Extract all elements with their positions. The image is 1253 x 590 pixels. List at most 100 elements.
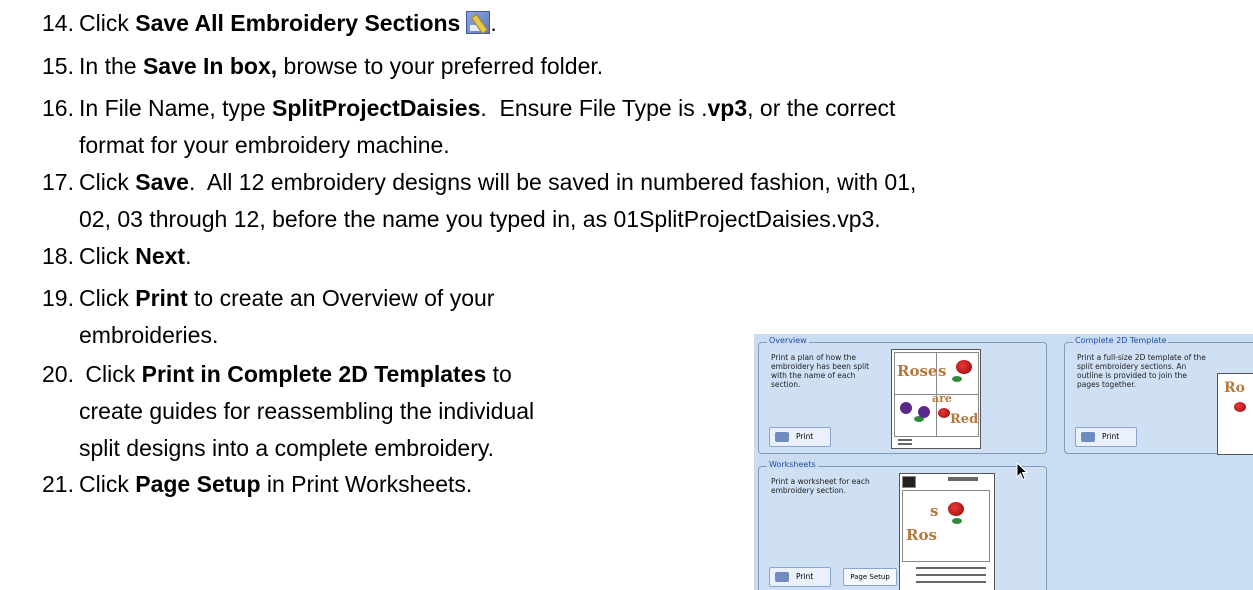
step-number: 18. <box>42 243 74 269</box>
bold-term: Save <box>135 169 189 195</box>
complete-2d-title: Complete 2D Template <box>1073 336 1169 345</box>
print-label: Print <box>796 432 814 441</box>
page-setup-button[interactable]: Page Setup <box>843 568 897 586</box>
step-text: In the Save In box, browse to your prefe… <box>79 50 603 83</box>
rose-graphic <box>948 502 964 516</box>
bold-term: Print <box>135 285 188 311</box>
step-line: Click Save. All 12 embroidery designs wi… <box>79 166 916 199</box>
rose-graphic <box>1234 402 1246 412</box>
printer-icon <box>1081 432 1095 442</box>
step-line: In the Save In box, browse to your prefe… <box>79 50 603 83</box>
thumb-word: Ros <box>906 526 937 544</box>
step-line: Click Print in Complete 2D Templates to <box>79 358 534 391</box>
step-line: In File Name, type SplitProjectDaisies. … <box>79 92 895 125</box>
step-line: Click Print to create an Overview of you… <box>79 282 494 315</box>
overview-thumbnail: Rose s are Red <box>891 349 981 449</box>
print-label: Print <box>796 572 814 581</box>
bold-term: Page Setup <box>135 471 261 497</box>
thumb-word: Red <box>950 412 979 427</box>
print-dialog-screenshot: Overview Print a plan of how the embroid… <box>754 334 1253 590</box>
text-run: Click <box>79 471 136 497</box>
bold-term: Save All Embroidery Sections <box>135 10 461 36</box>
text-run: . Ensure File Type is . <box>480 95 708 121</box>
text-run: , or the correct <box>747 95 896 121</box>
complete-2d-template-group: Complete 2D Template Print a full-size 2… <box>1064 336 1253 455</box>
step-text: Click Page Setup in Print Worksheets. <box>79 468 472 501</box>
thumb-word: are <box>932 392 952 405</box>
thumb-caption-line <box>898 443 912 445</box>
step-line: 02, 03 through 12, before the name you t… <box>79 206 881 232</box>
leaf-graphic <box>952 518 962 524</box>
thumb-word: Ro <box>1224 380 1245 396</box>
step-text: Click Save. All 12 embroidery designs wi… <box>79 166 916 236</box>
bold-term: Next <box>135 243 186 269</box>
violet-graphic <box>900 402 912 414</box>
step-number: 16. <box>42 95 74 121</box>
printer-icon <box>775 432 789 442</box>
step-number: 14. <box>42 10 74 36</box>
step-text: Click Print to create an Overview of you… <box>79 282 494 352</box>
step-line: split designs into a complete embroidery… <box>79 435 495 461</box>
step-number: 21. <box>42 471 74 497</box>
thumb-word: s <box>938 362 947 380</box>
rose-graphic <box>938 408 950 418</box>
step-number: 17. <box>42 169 74 195</box>
text-run: Click <box>79 285 136 311</box>
complete-2d-thumbnail: Ro <box>1217 373 1253 455</box>
step-line: Click Next. <box>79 240 191 273</box>
save-all-embroidery-sections-icon <box>466 11 491 35</box>
complete-2d-description: Print a full-size 2D template of the spl… <box>1077 353 1206 389</box>
step-number: 20. <box>42 361 74 387</box>
worksheets-print-button[interactable]: Print <box>769 567 831 587</box>
text-run: Click <box>79 243 136 269</box>
printer-icon <box>775 572 789 582</box>
thumb-table-line <box>916 574 986 576</box>
step-number: 19. <box>42 285 74 311</box>
thumb-table-line <box>916 567 986 569</box>
step-text: Click Print in Complete 2D Templates to c… <box>79 358 534 465</box>
text-run: . <box>185 243 192 269</box>
thumb-word: Rose <box>897 362 938 380</box>
rose-graphic <box>956 360 972 374</box>
print-label: Print <box>1102 432 1120 441</box>
text-run: In File Name, type <box>79 95 273 121</box>
thumb-block <box>948 477 978 481</box>
thumb-word: s <box>930 502 939 520</box>
text-run: to create an Overview of your <box>187 285 495 311</box>
step-text: Click Save All Embroidery Sections. <box>79 7 497 40</box>
overview-print-button[interactable]: Print <box>769 427 831 447</box>
worksheets-title: Worksheets <box>767 460 818 469</box>
overview-group: Overview Print a plan of how the embroid… <box>758 336 1047 454</box>
step-line: create guides for reassembling the indiv… <box>79 398 535 424</box>
overview-description: Print a plan of how the embroidery has b… <box>771 353 870 389</box>
step-number: 15. <box>42 53 74 79</box>
text-run: Click <box>79 10 136 36</box>
step-line: Click Save All Embroidery Sections. <box>79 7 497 40</box>
leaf-graphic <box>952 376 962 382</box>
text-run: to <box>486 361 512 387</box>
bold-term: Print in Complete 2D Templates <box>141 361 487 387</box>
step-line: format for your embroidery machine. <box>79 132 450 158</box>
text-run: Click <box>79 361 142 387</box>
worksheet-thumbnail: Ros s <box>899 473 995 590</box>
thumb-table-line <box>916 581 986 583</box>
text-run: in Print Worksheets. <box>260 471 473 497</box>
text-run: Click <box>79 169 136 195</box>
bold-term: Save In box, <box>142 53 278 79</box>
overview-title: Overview <box>767 336 809 345</box>
bold-term: SplitProjectDaisies <box>272 95 481 121</box>
bold-term: vp3 <box>707 95 748 121</box>
text-run: browse to your preferred folder. <box>277 53 604 79</box>
step-text: In File Name, type SplitProjectDaisies. … <box>79 92 895 162</box>
thumb-block <box>902 476 916 488</box>
text-run: . All 12 embroidery designs will be save… <box>188 169 917 195</box>
step-line: embroideries. <box>79 322 219 348</box>
text-run: In the <box>79 53 143 79</box>
step-text: Click Next. <box>79 240 191 273</box>
step-line: Click Page Setup in Print Worksheets. <box>79 468 472 501</box>
worksheets-group: Worksheets Print a worksheet for each em… <box>758 460 1047 590</box>
complete-2d-print-button[interactable]: Print <box>1075 427 1137 447</box>
text-run: . <box>490 10 497 36</box>
thumb-caption-line <box>898 439 912 441</box>
worksheets-description: Print a worksheet for each embroidery se… <box>771 477 870 495</box>
